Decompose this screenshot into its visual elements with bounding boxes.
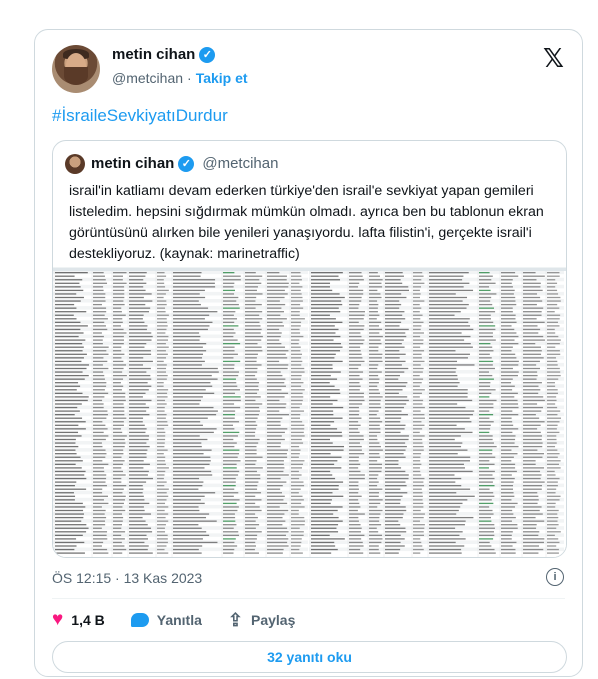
author-handle[interactable]: @metcihan [112, 70, 183, 86]
follow-button[interactable]: Takip et [196, 70, 248, 86]
x-logo-icon[interactable]: 𝕏 [543, 44, 564, 74]
divider [52, 598, 565, 599]
author-avatar[interactable] [52, 45, 100, 93]
read-replies-button[interactable]: 32 yanıtı oku [52, 641, 567, 673]
share-button[interactable]: ⇪ Paylaş [228, 611, 295, 629]
verified-icon: ✓ [178, 155, 195, 172]
like-button[interactable]: ♥ 1,4 B [52, 610, 105, 629]
action-bar: ♥ 1,4 B Yanıtla ⇪ Paylaş [52, 610, 295, 629]
author-handle-row: @metcihan · Takip et [112, 70, 248, 86]
tweet-timestamp[interactable]: ÖS 12:15 · 13 Kas 2023 [52, 570, 202, 586]
quoted-author-avatar [65, 154, 85, 174]
hashtag-link[interactable]: #İsraileSevkiyatıDurdur [52, 106, 228, 126]
verified-icon: ✓ [199, 46, 216, 63]
tweet-card: metin cihan ✓ @metcihan · Takip et 𝕏 #İs… [34, 29, 583, 677]
author-name-row[interactable]: metin cihan ✓ [112, 46, 216, 63]
quoted-author-handle: @metcihan [202, 155, 279, 172]
separator: · [187, 70, 192, 86]
share-icon: ⇪ [227, 609, 243, 630]
quoted-author-row: metin cihan ✓ @metcihan [91, 155, 278, 172]
share-label: Paylaş [250, 611, 296, 628]
reply-icon [130, 612, 149, 627]
quoted-tweet-text: israil'in katliamı devam ederken türkiye… [69, 183, 544, 262]
author-name[interactable]: metin cihan [112, 46, 195, 63]
spreadsheet-image-drawing [53, 268, 566, 557]
heart-icon: ♥ [52, 609, 64, 630]
quoted-tweet[interactable]: metin cihan ✓ @metcihan israil'in katlia… [52, 140, 567, 558]
quoted-author-name: metin cihan [91, 155, 175, 172]
spreadsheet-screenshot-image[interactable] [53, 267, 566, 557]
like-count: 1,4 B [71, 611, 105, 628]
reply-label: Yanıtla [156, 611, 202, 628]
reply-button[interactable]: Yanıtla [130, 611, 202, 628]
info-icon[interactable]: i [546, 568, 564, 586]
